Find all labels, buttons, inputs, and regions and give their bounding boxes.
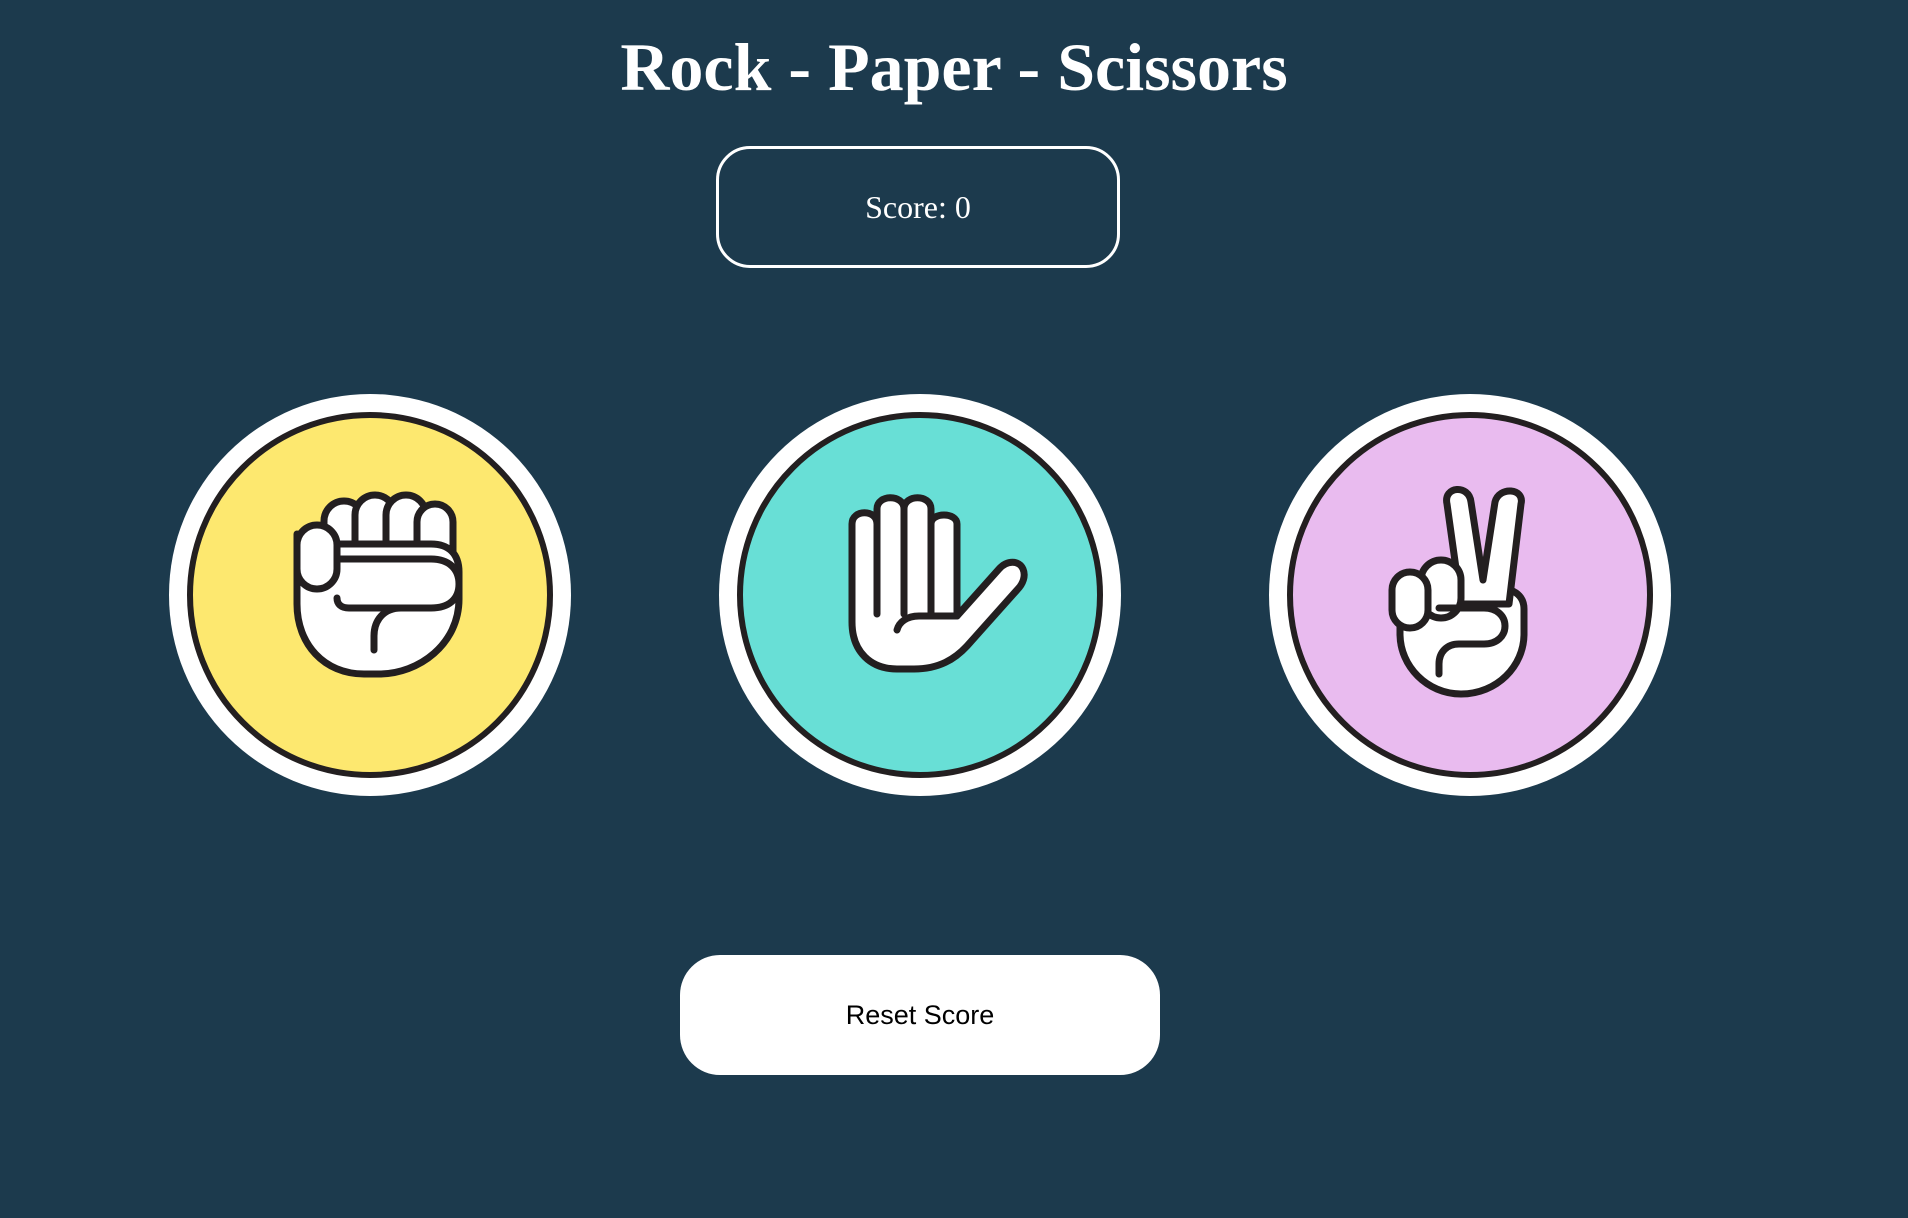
paper-choice-button[interactable] xyxy=(719,394,1121,796)
scissors-choice-button[interactable] xyxy=(1269,394,1671,796)
rock-choice-button[interactable] xyxy=(169,394,571,796)
page-title: Rock - Paper - Scissors xyxy=(620,29,1288,105)
score-display: Score: 0 xyxy=(716,146,1120,268)
reset-score-button[interactable]: Reset Score xyxy=(680,955,1160,1075)
open-hand-icon xyxy=(848,494,1028,673)
fist-icon xyxy=(293,491,463,678)
game-page: Rock - Paper - Scissors Score: 0 Reset S… xyxy=(0,0,1908,1218)
peace-hand-icon xyxy=(1388,486,1528,698)
